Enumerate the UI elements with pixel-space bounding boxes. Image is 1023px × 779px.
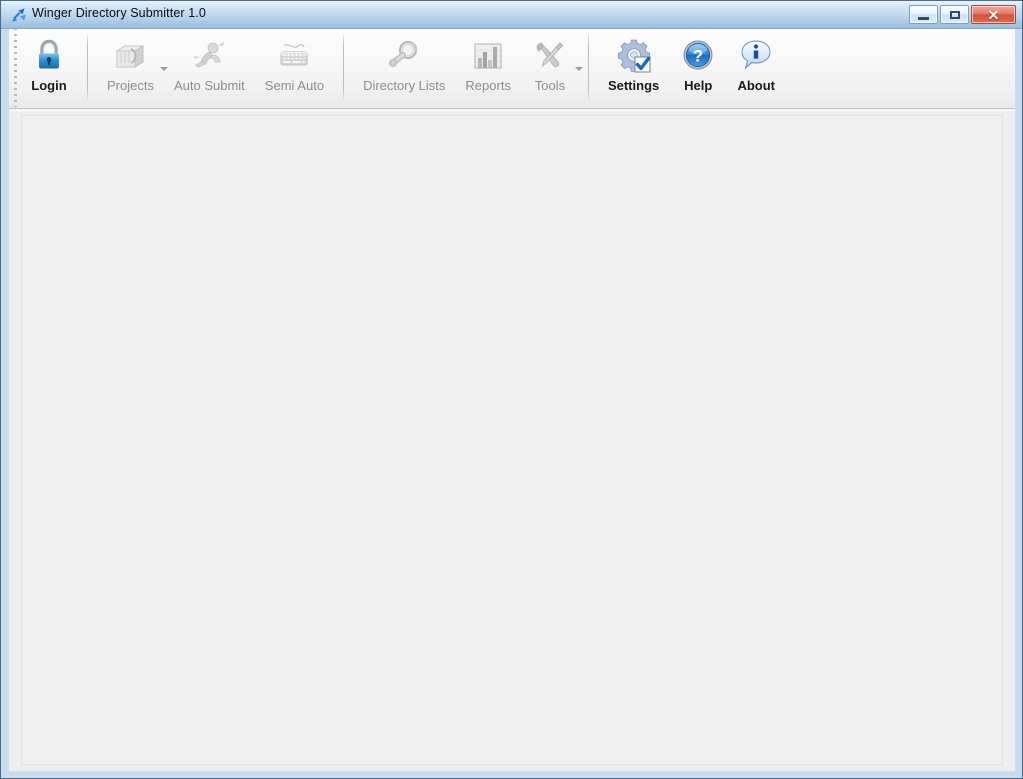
toolbar-label-reports: Reports: [465, 78, 511, 93]
toolbar-button-tools[interactable]: Tools: [521, 29, 583, 101]
magnifier-icon: [385, 35, 423, 75]
wrench-screwdriver-icon: [531, 35, 569, 75]
toolbar-button-settings[interactable]: Settings: [598, 29, 669, 101]
maximize-button[interactable]: [940, 5, 969, 24]
padlock-icon: [30, 35, 68, 75]
content-placeholder: [21, 115, 1003, 765]
client-area: Login Projects Auto Submit Semi Auto Dir…: [9, 29, 1015, 771]
info-bubble-icon: [737, 35, 775, 75]
toolbar-separator: [587, 34, 589, 100]
toolbar-separator: [343, 34, 345, 100]
card-file-icon: [111, 35, 149, 75]
application-window: Winger Directory Submitter 1.0 ✕ Login P…: [0, 0, 1023, 779]
toolbar-button-directory-lists[interactable]: Directory Lists: [353, 29, 455, 101]
blue-dart-icon: [10, 7, 28, 24]
toolbar-button-semi-auto[interactable]: Semi Auto: [255, 29, 334, 101]
toolbar-button-login[interactable]: Login: [20, 29, 78, 101]
toolbar-label-help: Help: [684, 78, 713, 93]
chevron-down-icon[interactable]: [574, 67, 583, 71]
main-content-area: [9, 110, 1015, 771]
title-bar[interactable]: Winger Directory Submitter 1.0 ✕: [1, 1, 1022, 29]
toolbar-label-projects: Projects: [107, 78, 154, 93]
running-person-icon: [190, 35, 228, 75]
toolbar-button-about[interactable]: About: [727, 29, 785, 101]
toolbar-label-tools: Tools: [534, 78, 566, 93]
toolbar-label-auto-submit: Auto Submit: [173, 78, 245, 93]
toolbar-label-directory-lists: Directory Lists: [363, 78, 446, 93]
main-toolbar: Login Projects Auto Submit Semi Auto Dir…: [9, 29, 1015, 109]
close-icon: ✕: [987, 6, 1000, 23]
toolbar-label-semi-auto: Semi Auto: [264, 78, 325, 93]
toolbar-button-help[interactable]: ? Help: [669, 29, 727, 101]
bar-chart-icon: [469, 35, 507, 75]
minimize-button[interactable]: [909, 5, 938, 24]
gear-check-icon: [615, 35, 653, 75]
toolbar-button-auto-submit[interactable]: Auto Submit: [164, 29, 255, 101]
toolbar-label-about: About: [737, 78, 776, 93]
keyboard-icon: [275, 35, 313, 75]
svg-text:?: ?: [693, 46, 703, 65]
close-button[interactable]: ✕: [971, 5, 1016, 24]
toolbar-label-settings: Settings: [607, 78, 660, 93]
window-controls: ✕: [909, 5, 1016, 24]
window-title: Winger Directory Submitter 1.0: [32, 6, 206, 20]
maximize-icon: [949, 10, 960, 19]
question-circle-icon: ?: [679, 35, 717, 75]
toolbar-separator: [87, 34, 88, 100]
toolbar-label-login: Login: [31, 78, 67, 93]
toolbar-drag-grip[interactable]: [11, 29, 20, 107]
minimize-icon: [918, 16, 929, 20]
toolbar-button-projects[interactable]: Projects: [97, 29, 168, 101]
toolbar-button-reports[interactable]: Reports: [455, 29, 521, 101]
